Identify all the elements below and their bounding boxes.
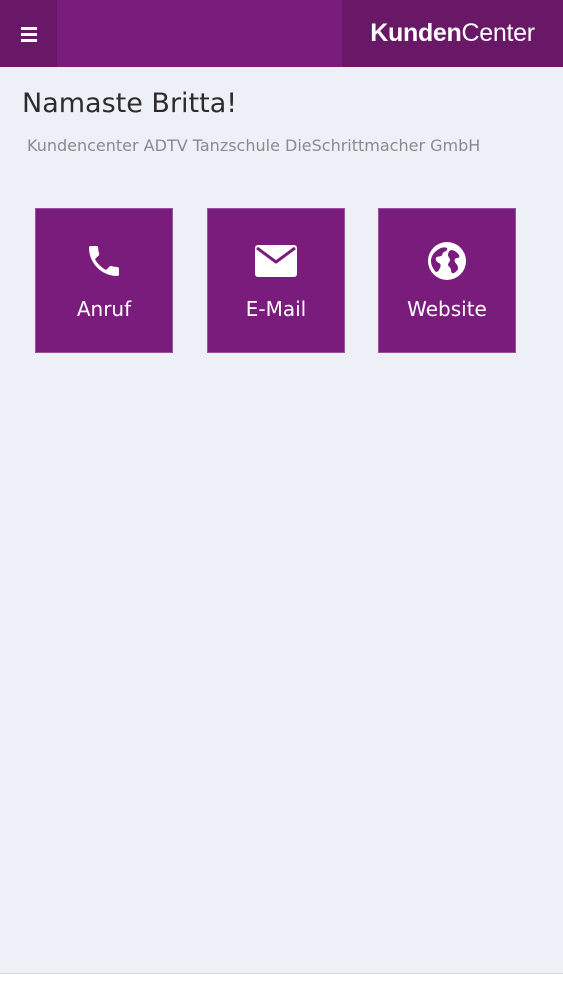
logo-text-light: Center <box>461 19 536 47</box>
app-logo: Kunden Center <box>342 0 563 67</box>
hamburger-menu-icon <box>20 26 37 42</box>
envelope-icon <box>208 239 344 283</box>
bottom-bar <box>0 973 563 1001</box>
email-button[interactable]: E-Mail <box>207 208 345 353</box>
phone-icon <box>36 239 172 283</box>
call-button-label: Anruf <box>76 297 132 321</box>
globe-icon <box>379 239 515 283</box>
call-button[interactable]: Anruf <box>35 208 173 353</box>
website-button-label: Website <box>407 297 487 321</box>
website-button[interactable]: Website <box>378 208 516 353</box>
email-button-label: E-Mail <box>245 297 307 321</box>
top-app-bar: Kunden Center <box>0 0 563 67</box>
menu-button[interactable] <box>0 0 57 67</box>
page-title: Namaste Britta! <box>22 88 238 119</box>
page-subtitle: Kundencenter ADTV Tanzschule DieSchrittm… <box>27 136 481 155</box>
logo-text-bold: Kunden <box>370 19 462 47</box>
